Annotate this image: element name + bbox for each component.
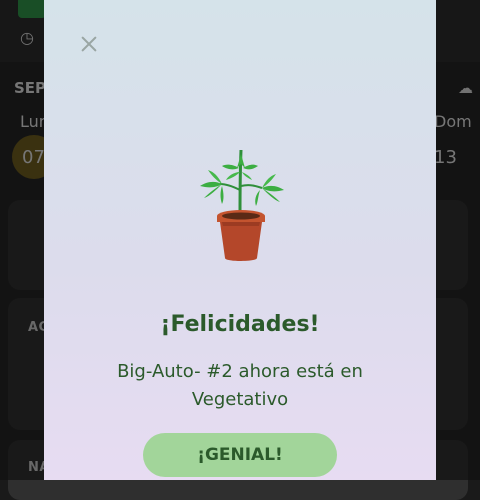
potted-plant-icon <box>200 149 284 261</box>
modal-message: Big-Auto- #2 ahora está en Vegetativo <box>117 361 363 410</box>
modal-title: ¡Felicidades! <box>160 312 320 337</box>
close-icon[interactable] <box>78 33 100 55</box>
confirm-button[interactable]: ¡GENIAL! <box>143 433 337 477</box>
